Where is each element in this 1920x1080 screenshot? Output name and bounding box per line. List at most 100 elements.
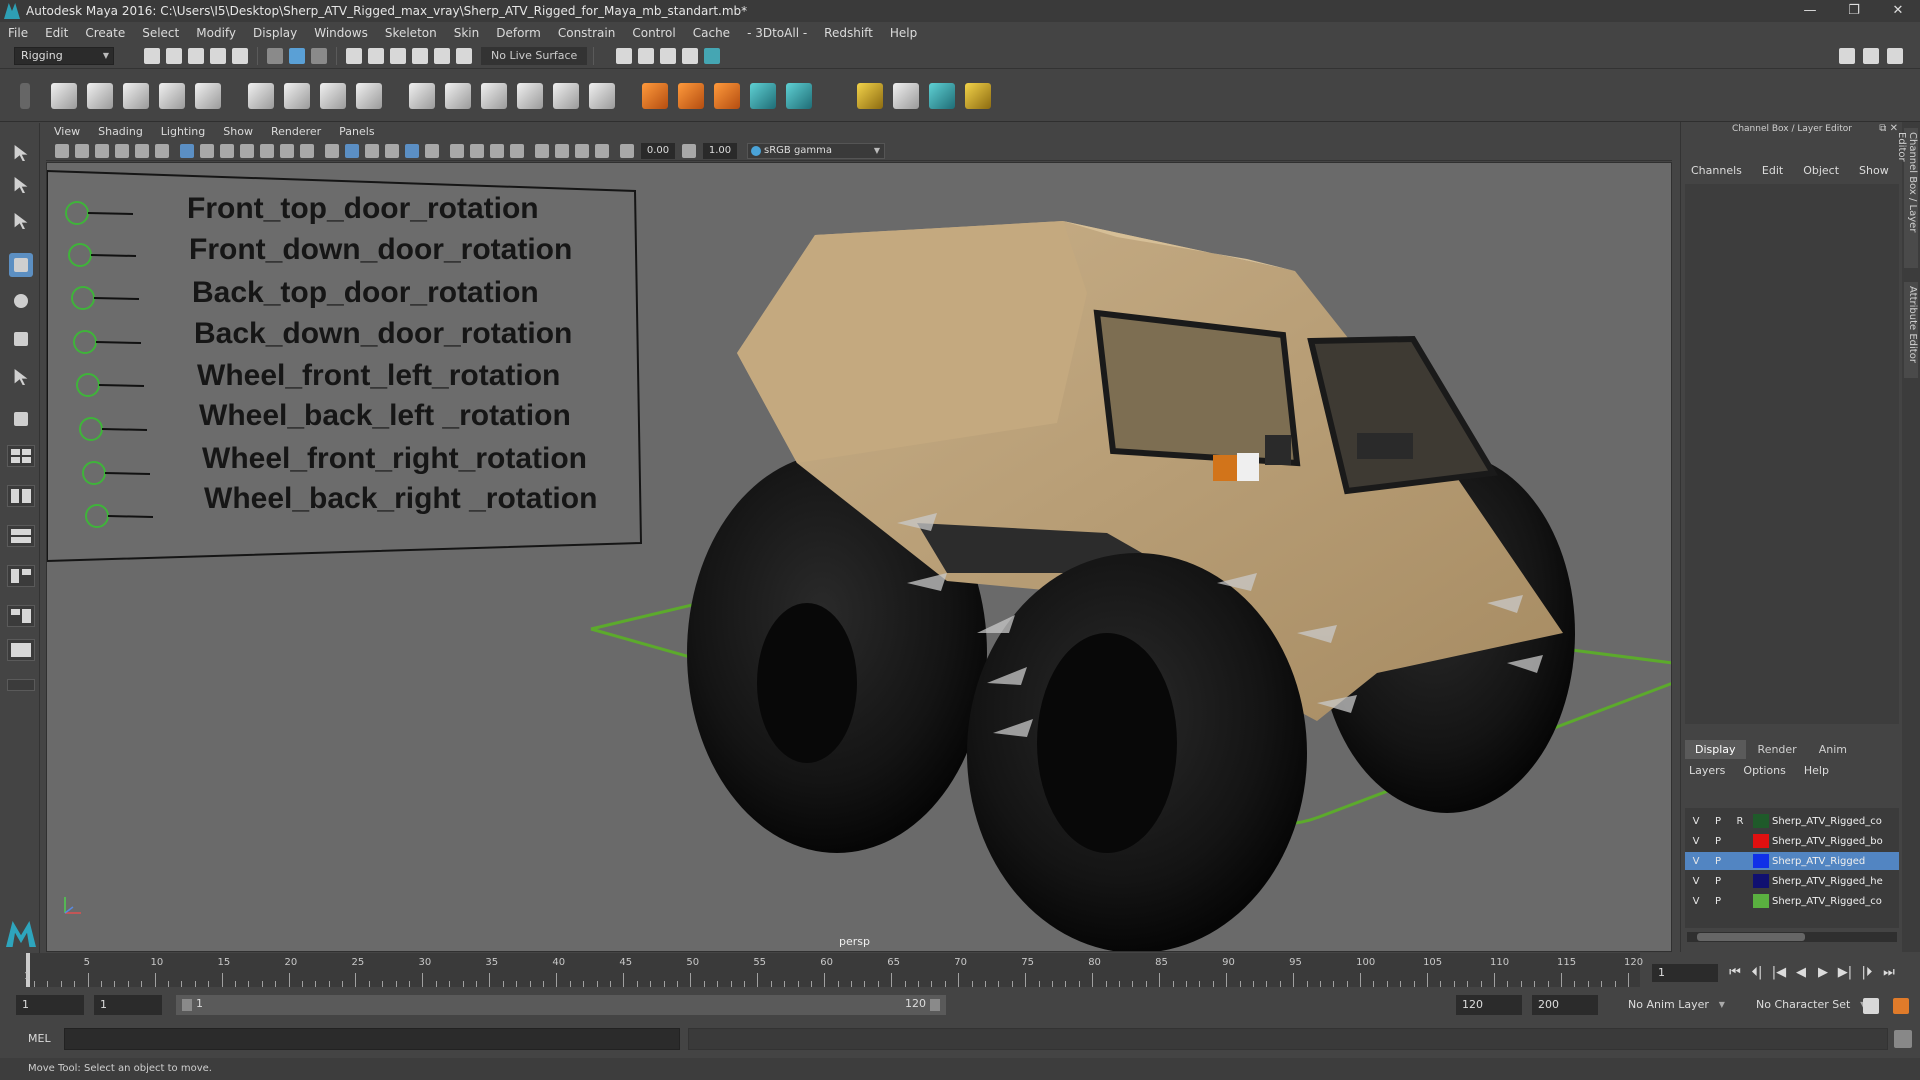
layer-menu-layers[interactable]: Layers [1689,764,1725,777]
close-button[interactable]: ✕ [1876,0,1920,22]
xray-icon[interactable] [555,143,569,158]
gate-mask-icon[interactable] [240,143,254,158]
step-forward-frame-button[interactable]: ▶| [1834,965,1856,980]
film-gate-icon[interactable] [200,143,214,158]
new-scene-icon[interactable] [144,47,160,64]
layer-name[interactable]: Sherp_ATV_Rigged [1772,856,1896,867]
animation-preferences-icon[interactable] [1893,998,1909,1014]
exposure-icon[interactable] [620,143,634,158]
play-backwards-button[interactable]: ◀ [1790,965,1812,980]
restore-button[interactable]: ❐ [1832,0,1876,22]
live-surface-field[interactable]: No Live Surface [481,46,588,65]
layout-graph-icon[interactable] [7,565,35,587]
joint-tool-icon[interactable] [51,82,77,109]
script-editor-icon[interactable] [1894,1030,1912,1048]
cb-menu-show[interactable]: Show [1859,164,1889,177]
gamma-field[interactable]: 1.00 [703,142,737,159]
workspace-icon[interactable] [1839,47,1855,64]
menu-cache[interactable]: Cache [693,26,730,40]
locator-icon[interactable] [642,82,668,109]
script-m2-icon[interactable] [786,82,812,109]
image-plane-icon[interactable] [115,143,129,158]
layout-custom-icon[interactable] [7,679,35,691]
vp-menu-lighting[interactable]: Lighting [161,125,205,138]
shelf-menu-icon[interactable] [20,82,30,109]
layer-row-selected[interactable]: V P Sherp_ATV_Rigged [1685,852,1899,870]
mirror-weights-icon[interactable] [893,82,919,109]
textured-icon[interactable] [405,143,419,158]
open-scene-icon[interactable] [166,47,182,64]
layout-single-icon[interactable] [7,445,35,467]
layer-row[interactable]: V P Sherp_ATV_Rigged_bo [1685,832,1899,850]
menu-deform[interactable]: Deform [496,26,541,40]
layer-color-swatch[interactable] [1753,894,1769,908]
menu-file[interactable]: File [8,26,28,40]
end-time-field[interactable]: 200 [1532,995,1598,1015]
lattice-icon[interactable] [320,82,346,109]
use-all-lights-icon[interactable] [425,143,439,158]
toggle-channel-box-icon[interactable] [1863,47,1879,64]
layer-visible-toggle[interactable]: V [1685,816,1707,827]
menu-control[interactable]: Control [632,26,675,40]
menu-help[interactable]: Help [890,26,917,40]
layer-color-swatch[interactable] [1753,814,1769,828]
channel-list[interactable] [1685,184,1899,724]
ipr-render-icon[interactable] [660,47,677,64]
bind-skin-icon[interactable] [248,82,274,109]
layer-playback-toggle[interactable]: P [1707,876,1729,887]
step-back-frame-button[interactable]: |◀ [1768,965,1790,980]
insert-joint-icon[interactable] [159,82,185,109]
wireframe-icon[interactable] [325,143,339,158]
snap-surface-icon[interactable] [434,47,450,64]
tab-display[interactable]: Display [1685,740,1746,759]
playback-end-field[interactable]: 120 [1456,995,1522,1015]
vp-menu-renderer[interactable]: Renderer [271,125,321,138]
character-set-select[interactable]: No Character Set [1750,995,1867,1015]
menu-constrain[interactable]: Constrain [558,26,616,40]
ik-handle-icon[interactable] [87,82,113,109]
ik-spline-icon[interactable] [123,82,149,109]
smooth-bind-icon[interactable] [284,82,310,109]
menu-edit[interactable]: Edit [45,26,68,40]
menu-set-select[interactable]: Rigging [14,46,114,65]
locator-snap-icon[interactable] [678,82,704,109]
layer-menu-options[interactable]: Options [1743,764,1785,777]
cb-menu-object[interactable]: Object [1803,164,1839,177]
render-frame-icon[interactable] [638,47,655,64]
orient-constraint-icon[interactable] [481,82,507,109]
layer-reference-toggle[interactable]: R [1729,816,1751,827]
hypershade-icon[interactable] [704,47,721,64]
xray-joints-icon[interactable] [595,143,609,158]
playback-start-field[interactable]: 1 [94,995,162,1015]
atv-model[interactable] [687,221,1575,952]
cluster-icon[interactable] [356,82,382,109]
live-surface-icon[interactable] [456,47,472,64]
scale-tool-icon[interactable] [9,327,33,351]
go-to-end-button[interactable]: ⏭ [1878,965,1900,980]
layer-playback-toggle[interactable]: P [1707,856,1729,867]
menu-windows[interactable]: Windows [314,26,368,40]
layer-row[interactable]: V P Sherp_ATV_Rigged_co [1685,892,1899,910]
select-camera-icon[interactable] [55,143,69,158]
layer-playback-toggle[interactable]: P [1707,896,1729,907]
layer-color-swatch[interactable] [1753,854,1769,868]
layer-horizontal-scrollbar[interactable] [1687,932,1897,942]
soft-select-icon[interactable] [9,407,33,431]
grease-pencil-icon[interactable] [155,143,169,158]
minimize-button[interactable]: — [1788,0,1832,22]
grid-icon[interactable] [180,143,194,158]
layer-visible-toggle[interactable]: V [1685,856,1707,867]
render-view-icon[interactable] [616,47,633,64]
layer-name[interactable]: Sherp_ATV_Rigged_co [1772,816,1896,827]
select-object-icon[interactable] [289,47,305,64]
aim-constraint-icon[interactable] [553,82,579,109]
motion-blur-icon[interactable] [490,143,504,158]
layer-visible-toggle[interactable]: V [1685,876,1707,887]
vp-menu-panels[interactable]: Panels [339,125,374,138]
menu-select[interactable]: Select [142,26,179,40]
menu-3dtoall[interactable]: - 3DtoAll - [747,26,807,40]
layer-playback-toggle[interactable]: P [1707,816,1729,827]
default-material-icon[interactable] [365,143,379,158]
safe-action-icon[interactable] [280,143,294,158]
select-component-icon[interactable] [311,47,327,64]
